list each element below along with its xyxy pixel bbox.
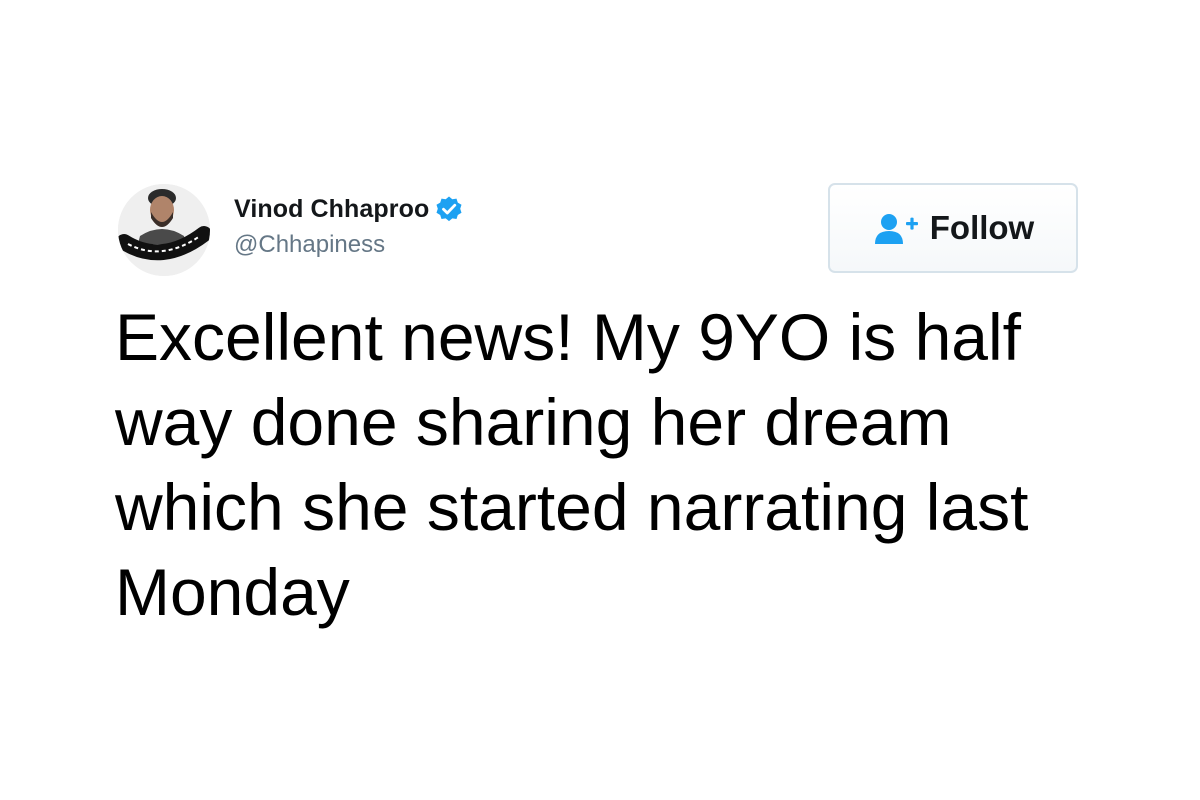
avatar[interactable]: [118, 184, 210, 276]
tweet-text: Excellent news! My 9YO is half way done …: [115, 300, 1029, 629]
avatar-image: [118, 184, 210, 276]
add-user-icon: [872, 212, 920, 246]
verified-badge-icon: [435, 195, 463, 223]
follow-button-label: Follow: [929, 209, 1035, 246]
user-handle[interactable]: @Chhapiness: [234, 231, 385, 259]
display-name[interactable]: Vinod Chhaproo: [234, 195, 429, 224]
tweet-card: Vinod Chhaproo @Chhapiness Follow Excell…: [0, 0, 1200, 800]
author-name-row: Vinod Chhaproo: [234, 192, 463, 226]
follow-button[interactable]: Follow: [828, 183, 1078, 273]
